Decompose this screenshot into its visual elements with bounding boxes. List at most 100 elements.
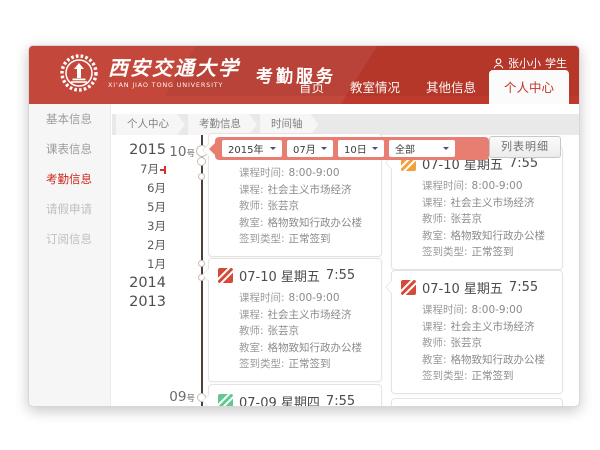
field-value: 正常签到 (472, 370, 514, 382)
user-info[interactable]: 张小小 学生 (493, 55, 567, 71)
sidebar-item-basic-info[interactable]: 基本信息 (29, 104, 110, 134)
field-value: 格物致知行政办公楼 (451, 354, 546, 366)
field-value: 8:00-9:00 (289, 292, 340, 304)
field-value: 社会主义市场经济 (451, 321, 535, 333)
field-value: 张芸京 (451, 337, 483, 349)
field-value: 社会主义市场经济 (268, 309, 352, 321)
field-value: 张芸京 (268, 200, 300, 212)
field-label: 教室: (422, 354, 447, 366)
card-time: 7:55 (326, 394, 355, 407)
list-detail-button[interactable]: 列表明细 (489, 136, 561, 158)
field-label: 课程: (239, 309, 264, 321)
stamp-green-icon (218, 394, 233, 407)
attendance-card[interactable]: 07-10 星期五 7:55 课程时间: 8:00-9:00 课程: 社会主义市场经… (391, 270, 563, 394)
field-value: 格物致知行政办公楼 (268, 217, 363, 229)
main-nav: 首页 教室情况 其他信息 个人中心 (286, 70, 569, 104)
timeline-year-2013[interactable]: 2013 (112, 293, 166, 312)
field-value: 张芸京 (268, 325, 300, 337)
field-label: 课程: (422, 321, 447, 333)
card-time: 7:55 (509, 280, 538, 295)
breadcrumb: 个人中心 考勤信息 时间轴 (112, 114, 579, 135)
sidebar-item-leave-request[interactable]: 请假申请 (29, 194, 110, 224)
timeline-month-jul[interactable]: 7月 (112, 160, 166, 179)
field-value: 8:00-9:00 (472, 304, 523, 316)
attendance-card[interactable]: 07-09 星期四 7:55 (208, 384, 382, 407)
sidebar-item-subscription[interactable]: 订阅信息 (29, 224, 110, 254)
field-value: 8:00-9:00 (289, 167, 340, 179)
sidebar: 基本信息 课表信息 考勤信息 请假申请 订阅信息 (29, 104, 111, 406)
breadcrumb-personal-center[interactable]: 个人中心 (116, 114, 185, 135)
timeline-month-mar[interactable]: 3月 (112, 217, 166, 236)
field-label: 课程时间: (422, 304, 468, 316)
breadcrumb-attendance-info[interactable]: 考勤信息 (188, 114, 257, 135)
field-label: 课程: (239, 184, 264, 196)
field-label: 教师: (239, 325, 264, 337)
chevron-down-icon (443, 147, 449, 153)
sidebar-item-attendance[interactable]: 考勤信息 (29, 164, 110, 194)
card-details: 课程时间:8:00-9:00 课程:社会主义市场经济 教师:张芸京 教室:格物致… (392, 176, 562, 269)
timeline-node[interactable] (198, 173, 205, 180)
field-value: 社会主义市场经济 (268, 184, 352, 196)
nav-item-other-info[interactable]: 其他信息 (413, 70, 489, 104)
field-label: 教师: (239, 200, 264, 212)
field-value: 社会主义市场经济 (451, 197, 535, 209)
chevron-down-icon (372, 147, 378, 153)
field-label: 签到类型: (239, 233, 285, 245)
field-label: 教室: (239, 342, 264, 354)
card-date: 07-10 星期五 (239, 266, 320, 285)
card-details: 课程时间:8:00-9:00 课程:社会主义市场经济 教师:张芸京 教室:格物致… (209, 163, 381, 256)
field-value: 8:00-9:00 (472, 180, 523, 192)
university-name-en: XI'AN JIAO TONG UNIVERSITY (108, 81, 240, 89)
stamp-red-icon (218, 268, 233, 283)
app-header: 西安交通大学 XI'AN JIAO TONG UNIVERSITY 考勤服务 张… (29, 46, 579, 104)
chevron-down-icon (270, 147, 276, 153)
field-label: 教师: (422, 213, 447, 225)
stamp-red-icon (401, 280, 416, 295)
card-details: 课程时间:8:00-9:00 课程:社会主义市场经济 教师:张芸京 教室:格物致… (209, 288, 381, 381)
field-label: 教师: (422, 337, 447, 349)
timeline-year-2014[interactable]: 2014 (112, 274, 166, 293)
timeline-month-jun[interactable]: 6月 (112, 179, 166, 198)
field-value: 格物致知行政办公楼 (268, 342, 363, 354)
timeline-node[interactable] (198, 260, 205, 267)
timeline-month-feb[interactable]: 2月 (112, 236, 166, 255)
user-icon (493, 58, 504, 69)
nav-item-classrooms[interactable]: 教室情况 (337, 70, 413, 104)
card-time: 7:55 (509, 156, 538, 171)
field-value: 正常签到 (472, 246, 514, 258)
timeline-node[interactable] (197, 157, 206, 166)
date-filter-callout: 2015年 07月 10日 全部 (215, 137, 489, 160)
attendance-card[interactable]: 07-10 星期五 7:55 课程时间:8:00-9:00 课程:社会主义市场经… (208, 258, 382, 382)
user-name: 张小小 (508, 55, 541, 71)
field-label: 课程时间: (422, 180, 468, 192)
timeline-day-09-label: 09号 (147, 389, 195, 405)
day-select[interactable]: 10日 (338, 140, 384, 157)
nav-item-home[interactable]: 首页 (286, 70, 337, 104)
breadcrumb-timeline[interactable]: 时间轴 (260, 114, 319, 135)
card-date: 07-09 星期四 (239, 392, 320, 407)
attendance-card[interactable] (391, 398, 563, 407)
timeline-month-jan[interactable]: 1月 (112, 255, 166, 274)
field-value: 正常签到 (289, 358, 331, 370)
current-month-tick (160, 169, 166, 171)
sidebar-item-timetable[interactable]: 课表信息 (29, 134, 110, 164)
field-label: 签到类型: (422, 246, 468, 258)
year-select[interactable]: 2015年 (222, 140, 282, 157)
card-details: 课程时间: 8:00-9:00 课程: 社会主义市场经济 教师: 张芸京 教室: 格物致… (392, 300, 562, 393)
attendance-card-header: 07-09 星期四 7:55 (209, 385, 381, 407)
type-select[interactable]: 全部 (389, 140, 455, 157)
timeline-month-may[interactable]: 5月 (112, 198, 166, 217)
field-label: 签到类型: (422, 370, 468, 382)
field-label: 教室: (239, 217, 264, 229)
university-name-block: 西安交通大学 XI'AN JIAO TONG UNIVERSITY (108, 57, 240, 89)
timeline-year-list: 2015 7月 6月 5月 3月 2月 1月 2014 2013 (112, 141, 166, 312)
attendance-card-header: 07-10 星期五 7:55 (392, 271, 562, 300)
month-select[interactable]: 07月 (287, 140, 333, 157)
attendance-card[interactable]: 07-10 星期五 7:55 课程时间:8:00-9:00 课程:社会主义市场经… (391, 146, 563, 270)
chevron-down-icon (321, 147, 327, 153)
nav-item-personal-center[interactable]: 个人中心 (489, 70, 569, 104)
field-value: 正常签到 (289, 233, 331, 245)
field-value: 张芸京 (451, 213, 483, 225)
field-label: 教室: (422, 230, 447, 242)
user-role: 学生 (545, 55, 567, 71)
